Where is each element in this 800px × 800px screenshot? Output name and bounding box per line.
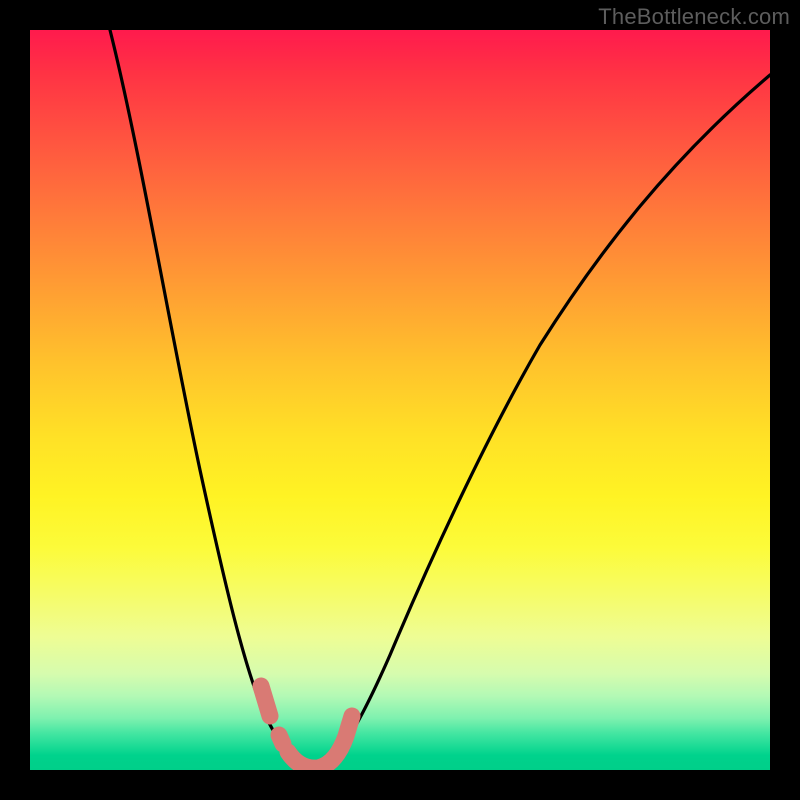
valley-marker-seg-1 [261, 686, 270, 716]
valley-marker-seg-2 [279, 735, 283, 744]
bottleneck-curve-svg [30, 30, 770, 770]
watermark-text: TheBottleneck.com [598, 4, 790, 30]
outer-black-frame: TheBottleneck.com [0, 0, 800, 800]
plot-area [30, 30, 770, 770]
valley-marker-group [261, 686, 352, 768]
valley-marker-seg-3 [288, 716, 352, 768]
bottleneck-curve [110, 30, 770, 769]
